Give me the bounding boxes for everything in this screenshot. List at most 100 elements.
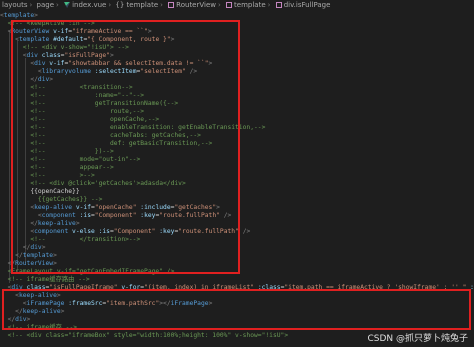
breadcrumb-item[interactable]: layouts — [2, 1, 28, 9]
code-token: :include — [136, 204, 171, 211]
code-token: v-if — [49, 28, 69, 35]
code-token: > — [60, 308, 65, 315]
code-token: <!-- <div class="iframeBox" style="width… — [0, 332, 289, 339]
code-token: :class — [254, 284, 281, 291]
code-token: v-if — [45, 60, 65, 67]
code-token: template — [22, 252, 54, 259]
breadcrumb-separator: › — [267, 1, 271, 9]
code-token: </ — [0, 220, 38, 227]
code-token: <!-- :name="--"--> — [0, 92, 145, 99]
code-editor[interactable]: <template> <!-- <keepAlive :in --> <Rout… — [0, 11, 474, 347]
code-token: > — [41, 244, 46, 251]
code-token: :frameSrc — [64, 300, 103, 307]
code-token: <!-- })--> — [0, 148, 114, 155]
code-token: > — [170, 36, 175, 43]
code-token: :key — [155, 228, 175, 235]
code-token: "item.pathSrc" — [106, 300, 160, 307]
code-token: v-for — [117, 284, 141, 291]
code-token: component — [34, 228, 69, 235]
code-token: :key — [136, 212, 156, 219]
code-token: < — [0, 28, 12, 35]
breadcrumb-separator: › — [217, 1, 221, 9]
code-token: div — [37, 76, 50, 83]
code-token: "Component" — [94, 212, 137, 219]
code-token: </ — [0, 244, 31, 251]
code-token: < — [0, 212, 42, 219]
code-token: <!-- <div v-show="!isU"> --> — [0, 44, 129, 51]
code-token: < — [0, 36, 19, 43]
code-token: keep-alive — [37, 220, 76, 227]
code-token: <!-- openCache,--> — [0, 116, 160, 123]
breadcrumb-separator: › — [29, 1, 33, 9]
code-token: </ — [0, 252, 23, 259]
code-token: "showtabbar && selectItem.data != ``" — [68, 60, 209, 67]
code-token: <!-- iframe缓存 --> — [0, 324, 78, 331]
code-token: < — [0, 204, 35, 211]
code-token: component — [41, 212, 76, 219]
code-token: </ — [0, 260, 16, 267]
code-token: <!-- def: getBasicTransition,--> — [0, 140, 213, 147]
code-token: > — [53, 252, 57, 259]
code-token: <!-- cacheTabs: getCaches,--> — [0, 132, 201, 139]
breadcrumb-item[interactable]: index.vue — [72, 1, 106, 9]
code-token: div — [26, 52, 38, 59]
code-token: < — [0, 228, 35, 235]
code-token: {{openCache}} — [0, 188, 80, 195]
code-token: </ — [0, 76, 38, 83]
code-token: :is — [75, 212, 91, 219]
code-token: > — [53, 260, 57, 267]
code-token: < — [0, 284, 12, 291]
code-token: --> — [79, 20, 95, 27]
code-token: <!-- enableTransition: getEnableTransiti… — [0, 124, 266, 131]
code-token: iFramePage — [170, 300, 209, 307]
code-token: "route.fullPath" — [178, 228, 239, 235]
code-token: > — [26, 316, 31, 323]
code-token: < — [0, 52, 27, 59]
breadcrumb-item[interactable]: RouterView — [176, 1, 216, 9]
code-token: <!-- getTransitionName({--> — [0, 100, 179, 107]
code-token: /> — [219, 212, 232, 219]
code-token: "Component" — [113, 228, 156, 235]
code-token: < — [0, 292, 19, 299]
vue-file-icon — [64, 2, 71, 8]
breadcrumb-separator: › — [108, 1, 112, 9]
code-token: <!-- </transition>--> — [0, 236, 141, 243]
code-token: /> — [238, 228, 251, 235]
code-token: <!-- <div @click='getCaches'>adasda</div… — [0, 180, 186, 187]
code-token: iFramePage — [26, 300, 65, 307]
code-token: "getCaches" — [174, 204, 217, 211]
code-token: v-if — [72, 204, 92, 211]
code-token: <FrameLayout v-if="getCanEmbedIFramePage… — [0, 268, 175, 275]
code-token: <!-- iframe缓存路由 --> — [0, 276, 90, 283]
code-token: > — [216, 204, 220, 211]
code-token: div — [11, 284, 23, 291]
code-token: > — [208, 300, 213, 307]
code-token: < — [0, 300, 27, 307]
code-token: <!-- route,--> — [0, 108, 145, 115]
code-token: <!-- — [0, 20, 27, 27]
code-token: "selectItem" — [140, 68, 186, 75]
code-token: > — [208, 60, 213, 67]
code-token: <!-- <transition--> — [0, 84, 133, 91]
code-token: "{ Component, route }" — [87, 36, 171, 43]
code-token: RouterView — [15, 260, 54, 267]
code-token: <!-- appear--> — [0, 164, 114, 171]
code-token: keep-alive — [18, 292, 57, 299]
code-token: "isFullPageIframe" — [49, 284, 118, 291]
element-tag-icon — [226, 2, 233, 8]
breadcrumb-item[interactable]: {} template — [115, 1, 158, 9]
code-token: div — [15, 316, 27, 323]
code-token: :key — [470, 284, 474, 291]
code-token: template — [18, 36, 50, 43]
code-token: > — [34, 12, 38, 19]
element-tag-icon — [275, 2, 282, 8]
code-token: > — [56, 292, 61, 299]
breadcrumb-item[interactable]: div.isFullPage — [284, 1, 331, 9]
code-token: keep-alive — [22, 308, 61, 315]
code-token: </ — [0, 308, 23, 315]
breadcrumb-separator: › — [56, 1, 59, 9]
breadcrumb-item[interactable]: template — [234, 1, 266, 9]
code-token: > — [49, 76, 54, 83]
code-token: libraryvolume — [41, 68, 91, 75]
breadcrumb-item[interactable]: page — [37, 1, 54, 9]
